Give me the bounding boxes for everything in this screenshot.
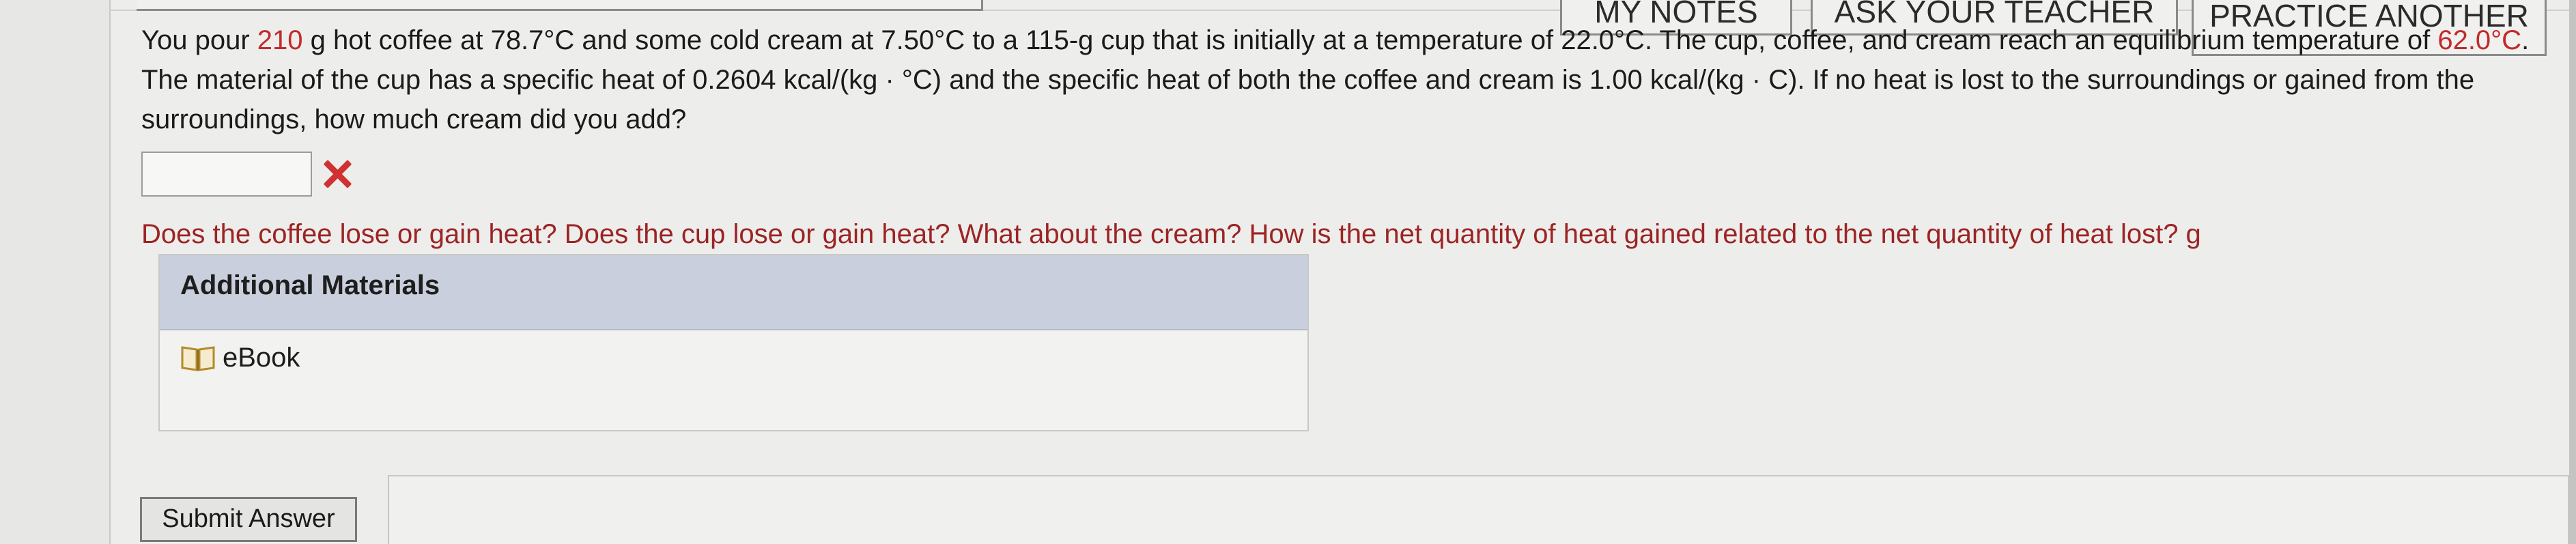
additional-materials-panel: Additional Materials eBook xyxy=(158,254,1309,431)
question-part-1: You pour xyxy=(141,25,257,55)
book-icon xyxy=(181,345,215,371)
question-part-2: g hot coffee at 78.7°C and some cold cre… xyxy=(302,25,2438,55)
submit-answer-button[interactable]: Submit Answer xyxy=(140,497,357,542)
left-margin xyxy=(0,0,111,544)
equilibrium-temp-value: 62.0°C xyxy=(2437,25,2522,55)
toolbar-panel-edge xyxy=(137,0,983,11)
right-scroll-edge xyxy=(2569,0,2576,544)
question-text: You pour 210 g hot coffee at 78.7°C and … xyxy=(141,20,2545,139)
ebook-label: eBook xyxy=(223,343,300,373)
incorrect-x-icon xyxy=(320,157,354,191)
answer-input[interactable] xyxy=(141,152,312,197)
answer-row xyxy=(141,149,354,199)
additional-materials-title: Additional Materials xyxy=(160,255,1307,330)
coffee-mass-value: 210 xyxy=(257,25,303,55)
hint-text: Does the coffee lose or gain heat? Does … xyxy=(141,219,2201,249)
ebook-link[interactable]: eBook xyxy=(180,343,300,373)
feedback-box xyxy=(388,475,2569,544)
